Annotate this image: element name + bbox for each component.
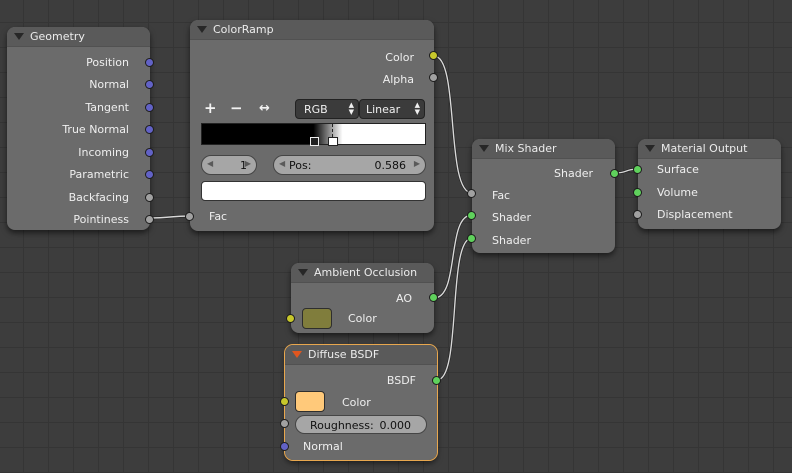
geometry-node[interactable]: Geometry Position Normal Tangent True No…	[7, 27, 154, 230]
socket-normal[interactable]	[145, 80, 154, 89]
socket-ramp-alpha[interactable]	[429, 73, 438, 82]
ramp-stop-active-line	[332, 124, 334, 137]
geometry-output-true-normal: True Normal	[62, 123, 129, 136]
remove-stop-icon[interactable]: −	[230, 99, 243, 117]
increment-arrow-icon[interactable]: ▶	[245, 159, 251, 168]
mix-shader-node[interactable]: Mix Shader Shader Fac Shader Shader	[467, 139, 619, 253]
socket-ao-out[interactable]	[429, 293, 438, 302]
colorramp-output-color: Color	[385, 51, 414, 64]
geometry-title: Geometry	[30, 30, 85, 43]
interpolation-value: Linear	[366, 103, 401, 116]
output-input-displacement: Displacement	[657, 208, 733, 221]
roughness-value: 0.000	[379, 419, 412, 432]
socket-position[interactable]	[145, 58, 154, 67]
stop-color-swatch[interactable]	[201, 181, 426, 201]
socket-ao-color[interactable]	[286, 314, 295, 323]
diffuse-color-swatch[interactable]	[295, 391, 325, 412]
select-arrows-icon: ▲ ▼	[348, 101, 354, 116]
color-mode-value: RGB	[304, 103, 328, 116]
stop-position-label: Pos:	[289, 159, 312, 172]
mix-input-fac: Fac	[492, 189, 511, 202]
diffuse-title: Diffuse BSDF	[308, 348, 380, 361]
socket-parametric[interactable]	[145, 170, 154, 179]
geometry-output-position: Position	[86, 56, 129, 69]
socket-diffuse-color[interactable]	[280, 397, 289, 406]
mix-shader-header[interactable]: Mix Shader	[472, 139, 615, 159]
material-output-node[interactable]: Material Output Surface Volume Displacem…	[633, 139, 781, 229]
roughness-field[interactable]: Roughness: 0.000	[295, 415, 427, 434]
geometry-output-incoming: Incoming	[78, 146, 129, 159]
ao-title: Ambient Occlusion	[314, 266, 418, 279]
socket-output-volume[interactable]	[633, 188, 642, 197]
increment-arrow-icon[interactable]: ▶	[414, 159, 420, 168]
geometry-output-normal: Normal	[89, 78, 129, 91]
geometry-output-parametric: Parametric	[69, 168, 129, 181]
mix-input-shader-1: Shader	[492, 211, 531, 224]
collapse-triangle-icon[interactable]	[479, 145, 489, 152]
socket-ramp-fac[interactable]	[185, 212, 194, 221]
diffuse-input-color: Color	[342, 396, 371, 409]
add-stop-icon[interactable]: +	[204, 99, 217, 117]
select-arrows-icon: ▲ ▼	[414, 101, 420, 116]
colorramp-output-alpha: Alpha	[382, 73, 414, 86]
stop-position-value: 0.586	[374, 159, 407, 172]
socket-ramp-color[interactable]	[429, 51, 438, 60]
collapse-triangle-icon[interactable]	[14, 33, 24, 40]
collapse-triangle-icon[interactable]	[645, 145, 655, 152]
ramp-stop-white-icon[interactable]	[328, 137, 338, 146]
material-output-header[interactable]: Material Output	[638, 139, 781, 159]
diffuse-output-bsdf: BSDF	[386, 374, 416, 387]
ao-color-swatch[interactable]	[302, 308, 332, 329]
mix-shader-title: Mix Shader	[495, 142, 557, 155]
socket-mix-shader-2[interactable]	[467, 234, 476, 243]
color-mode-select[interactable]: RGB ▲ ▼	[295, 99, 359, 119]
diffuse-input-normal: Normal	[303, 440, 343, 453]
socket-diffuse-roughness[interactable]	[280, 419, 289, 428]
stop-index-field[interactable]: ◀ 1 ▶	[201, 155, 257, 175]
geometry-output-backfacing: Backfacing	[68, 191, 129, 204]
collapse-triangle-icon[interactable]	[197, 26, 207, 33]
socket-diffuse-bsdf-out[interactable]	[432, 376, 441, 385]
collapse-triangle-icon[interactable]	[298, 269, 308, 276]
output-input-surface: Surface	[657, 163, 699, 176]
socket-incoming[interactable]	[145, 148, 154, 157]
ao-output-ao: AO	[396, 292, 412, 305]
socket-diffuse-normal[interactable]	[280, 442, 289, 451]
geometry-header[interactable]: Geometry	[7, 27, 150, 47]
decrement-arrow-icon[interactable]: ◀	[279, 159, 285, 168]
ao-header[interactable]: Ambient Occlusion	[291, 263, 434, 283]
interpolation-select[interactable]: Linear ▲ ▼	[359, 99, 425, 119]
geometry-output-tangent: Tangent	[85, 101, 129, 114]
ramp-stop-black-icon[interactable]	[310, 137, 319, 146]
diffuse-header[interactable]: Diffuse BSDF	[285, 345, 437, 365]
colorramp-title: ColorRamp	[213, 23, 274, 36]
socket-mix-fac[interactable]	[467, 189, 476, 198]
socket-pointiness[interactable]	[145, 215, 154, 224]
flip-ramp-icon[interactable]: ↔	[259, 101, 270, 116]
material-output-title: Material Output	[661, 142, 748, 155]
ao-input-color: Color	[348, 312, 377, 325]
collapse-triangle-icon[interactable]	[292, 351, 302, 358]
socket-true-normal[interactable]	[145, 125, 154, 134]
colorramp-header[interactable]: ColorRamp	[190, 20, 434, 40]
socket-mix-shader-out[interactable]	[610, 169, 619, 178]
mix-input-shader-2: Shader	[492, 234, 531, 247]
mix-output-shader: Shader	[554, 167, 593, 180]
socket-output-surface[interactable]	[633, 165, 642, 174]
socket-tangent[interactable]	[145, 103, 154, 112]
socket-mix-shader-1[interactable]	[467, 211, 476, 220]
geometry-output-pointiness: Pointiness	[73, 213, 129, 226]
socket-output-displacement[interactable]	[633, 210, 642, 219]
colorramp-input-fac: Fac	[209, 210, 228, 223]
roughness-label: Roughness:	[310, 419, 374, 432]
colorramp-node[interactable]: ColorRamp Color Alpha + − ↔ RGB ▲ ▼ Linea…	[185, 20, 438, 231]
socket-backfacing[interactable]	[145, 193, 154, 202]
stop-position-field[interactable]: ◀ Pos: 0.586 ▶	[273, 155, 426, 175]
ambient-occlusion-node[interactable]: Ambient Occlusion AO Color	[286, 263, 438, 333]
output-input-volume: Volume	[657, 186, 698, 199]
diffuse-bsdf-node[interactable]: Diffuse BSDF BSDF Color Roughness: 0.000…	[280, 344, 441, 461]
decrement-arrow-icon[interactable]: ◀	[207, 159, 213, 168]
